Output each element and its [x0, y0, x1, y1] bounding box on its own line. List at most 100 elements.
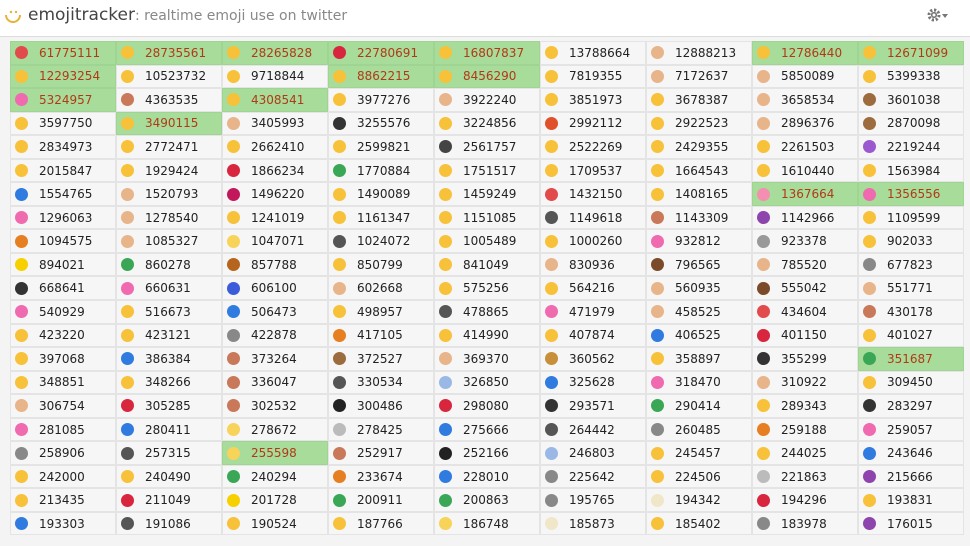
emoji-cell[interactable]: 3597750 — [10, 111, 116, 136]
emoji-cell[interactable]: 932812 — [646, 229, 752, 253]
emoji-cell[interactable]: 22780691 — [328, 41, 434, 65]
emoji-cell[interactable]: 190524 — [222, 511, 328, 536]
emoji-cell[interactable]: 1709537 — [540, 158, 646, 183]
emoji-cell[interactable]: 194296 — [752, 488, 858, 512]
emoji-cell[interactable]: 12293254 — [10, 64, 116, 89]
emoji-cell[interactable]: 894021 — [10, 252, 116, 277]
emoji-cell[interactable]: 1149618 — [540, 205, 646, 230]
emoji-cell[interactable]: 414990 — [434, 323, 540, 348]
emoji-cell[interactable]: 2772471 — [116, 135, 222, 159]
emoji-cell[interactable]: 185873 — [540, 511, 646, 536]
emoji-cell[interactable]: 3922240 — [434, 88, 540, 112]
emoji-cell[interactable]: 28265828 — [222, 41, 328, 65]
emoji-cell[interactable]: 213435 — [10, 488, 116, 512]
emoji-cell[interactable]: 857788 — [222, 252, 328, 277]
emoji-cell[interactable]: 240490 — [116, 464, 222, 489]
emoji-cell[interactable]: 555042 — [752, 276, 858, 301]
emoji-cell[interactable]: 259188 — [752, 417, 858, 442]
emoji-cell[interactable]: 275666 — [434, 417, 540, 442]
emoji-cell[interactable]: 2261503 — [752, 135, 858, 159]
emoji-cell[interactable]: 255598 — [222, 441, 328, 465]
emoji-cell[interactable]: 1005489 — [434, 229, 540, 253]
emoji-cell[interactable]: 830936 — [540, 252, 646, 277]
emoji-cell[interactable]: 257315 — [116, 441, 222, 465]
emoji-cell[interactable]: 401150 — [752, 323, 858, 348]
emoji-cell[interactable]: 200911 — [328, 488, 434, 512]
emoji-cell[interactable]: 1520793 — [116, 182, 222, 206]
emoji-cell[interactable]: 407874 — [540, 323, 646, 348]
emoji-cell[interactable]: 325628 — [540, 370, 646, 395]
emoji-cell[interactable]: 575256 — [434, 276, 540, 301]
emoji-cell[interactable]: 3255576 — [328, 111, 434, 136]
emoji-cell[interactable]: 478865 — [434, 300, 540, 324]
emoji-cell[interactable]: 1151085 — [434, 205, 540, 230]
emoji-cell[interactable]: 2219244 — [858, 135, 964, 159]
emoji-cell[interactable]: 280411 — [116, 417, 222, 442]
emoji-cell[interactable]: 3851973 — [540, 88, 646, 112]
emoji-cell[interactable]: 8862215 — [328, 64, 434, 89]
emoji-cell[interactable]: 1296063 — [10, 205, 116, 230]
emoji-cell[interactable]: 1085327 — [116, 229, 222, 253]
emoji-cell[interactable]: 1496220 — [222, 182, 328, 206]
emoji-cell[interactable]: 5324957 — [10, 88, 116, 112]
emoji-cell[interactable]: 176015 — [858, 511, 964, 536]
emoji-cell[interactable]: 10523732 — [116, 64, 222, 89]
emoji-cell[interactable]: 61775111 — [10, 41, 116, 65]
emoji-cell[interactable]: 185402 — [646, 511, 752, 536]
emoji-cell[interactable]: 423220 — [10, 323, 116, 348]
emoji-cell[interactable]: 245457 — [646, 441, 752, 465]
emoji-cell[interactable]: 1047071 — [222, 229, 328, 253]
emoji-cell[interactable]: 1664543 — [646, 158, 752, 183]
emoji-cell[interactable]: 471979 — [540, 300, 646, 324]
emoji-cell[interactable]: 2870098 — [858, 111, 964, 136]
emoji-cell[interactable]: 1770884 — [328, 158, 434, 183]
emoji-cell[interactable]: 506473 — [222, 300, 328, 324]
emoji-cell[interactable]: 1241019 — [222, 205, 328, 230]
emoji-cell[interactable]: 1142966 — [752, 205, 858, 230]
emoji-cell[interactable]: 5850089 — [752, 64, 858, 89]
emoji-cell[interactable]: 193831 — [858, 488, 964, 512]
emoji-cell[interactable]: 660631 — [116, 276, 222, 301]
emoji-cell[interactable]: 540929 — [10, 300, 116, 324]
emoji-cell[interactable]: 13788664 — [540, 41, 646, 65]
emoji-cell[interactable]: 12671099 — [858, 41, 964, 65]
emoji-cell[interactable]: 1554765 — [10, 182, 116, 206]
emoji-cell[interactable]: 1866234 — [222, 158, 328, 183]
emoji-cell[interactable]: 326850 — [434, 370, 540, 395]
emoji-cell[interactable]: 422878 — [222, 323, 328, 348]
emoji-cell[interactable]: 211049 — [116, 488, 222, 512]
emoji-cell[interactable]: 2896376 — [752, 111, 858, 136]
emoji-cell[interactable]: 406525 — [646, 323, 752, 348]
emoji-cell[interactable]: 2599821 — [328, 135, 434, 159]
emoji-cell[interactable]: 564216 — [540, 276, 646, 301]
emoji-cell[interactable]: 281085 — [10, 417, 116, 442]
emoji-cell[interactable]: 283297 — [858, 394, 964, 418]
emoji-cell[interactable]: 560935 — [646, 276, 752, 301]
emoji-cell[interactable]: 348266 — [116, 370, 222, 395]
emoji-cell[interactable]: 258906 — [10, 441, 116, 465]
emoji-cell[interactable]: 3678387 — [646, 88, 752, 112]
emoji-cell[interactable]: 3224856 — [434, 111, 540, 136]
emoji-cell[interactable]: 1929424 — [116, 158, 222, 183]
emoji-cell[interactable]: 187766 — [328, 511, 434, 536]
emoji-cell[interactable]: 330534 — [328, 370, 434, 395]
emoji-cell[interactable]: 244025 — [752, 441, 858, 465]
emoji-cell[interactable]: 3405993 — [222, 111, 328, 136]
settings-gear-icon[interactable] — [926, 6, 950, 24]
emoji-cell[interactable]: 194342 — [646, 488, 752, 512]
emoji-cell[interactable]: 2834973 — [10, 135, 116, 159]
emoji-cell[interactable]: 233674 — [328, 464, 434, 489]
emoji-cell[interactable]: 242000 — [10, 464, 116, 489]
emoji-cell[interactable]: 401027 — [858, 323, 964, 348]
emoji-cell[interactable]: 290414 — [646, 394, 752, 418]
emoji-cell[interactable]: 668641 — [10, 276, 116, 301]
emoji-cell[interactable]: 423121 — [116, 323, 222, 348]
emoji-cell[interactable]: 293571 — [540, 394, 646, 418]
emoji-cell[interactable]: 5399338 — [858, 64, 964, 89]
emoji-cell[interactable]: 902033 — [858, 229, 964, 253]
emoji-cell[interactable]: 434604 — [752, 300, 858, 324]
emoji-cell[interactable]: 309450 — [858, 370, 964, 395]
emoji-cell[interactable]: 3601038 — [858, 88, 964, 112]
emoji-cell[interactable]: 9718844 — [222, 64, 328, 89]
emoji-cell[interactable]: 183978 — [752, 511, 858, 536]
